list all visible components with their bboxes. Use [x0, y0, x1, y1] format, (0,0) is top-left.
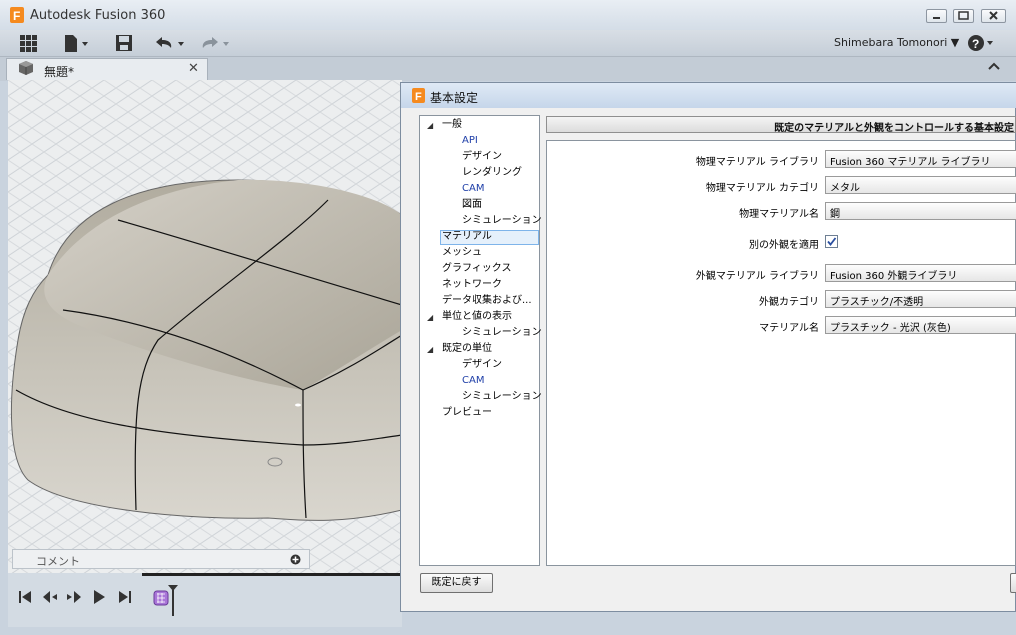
- go-to-start-icon[interactable]: [18, 590, 32, 607]
- file-icon[interactable]: [62, 33, 92, 53]
- step-back-icon[interactable]: [42, 590, 58, 607]
- settings-header-text: 既定のマテリアルと外観をコントロールする基本設定: [774, 123, 1014, 134]
- svg-text:?: ?: [972, 37, 979, 51]
- tree-item-design[interactable]: デザイン: [462, 150, 502, 164]
- appearance-library-label: 外観マテリアル ライブラリ: [695, 271, 819, 282]
- tree-item-mesh[interactable]: メッシュ: [442, 246, 482, 260]
- tree-item-general[interactable]: 一般: [442, 118, 462, 132]
- comments-label: コメント: [36, 555, 80, 568]
- reset-defaults-button[interactable]: 既定に戻す: [420, 573, 493, 593]
- document-tab[interactable]: [6, 58, 208, 80]
- maximize-button[interactable]: [953, 9, 974, 23]
- timeline-marker-icon[interactable]: [167, 584, 179, 619]
- tree-item-material[interactable]: マテリアル: [442, 230, 492, 244]
- tree-item-data-collection[interactable]: データ収集および...: [442, 294, 532, 308]
- physical-category-select[interactable]: メタル: [825, 176, 1016, 194]
- redo-icon[interactable]: [198, 33, 234, 53]
- tree-item-rendering[interactable]: レンダリング: [462, 166, 522, 180]
- dialog-title: 基本設定: [430, 91, 479, 105]
- physical-category-label: 物理マテリアル カテゴリ: [705, 183, 819, 194]
- tree-item-api[interactable]: API: [462, 134, 478, 148]
- design-cube-icon: [18, 60, 34, 79]
- appearance-category-label: 外観カテゴリ: [759, 297, 819, 308]
- ok-button[interactable]: [1010, 573, 1016, 593]
- play-icon[interactable]: [92, 589, 106, 608]
- appearance-category-select[interactable]: プラスチック/不透明: [825, 290, 1016, 308]
- tree-item-simulation[interactable]: シミュレーション: [462, 214, 542, 228]
- design-viewport[interactable]: [8, 80, 402, 573]
- undo-icon[interactable]: [152, 33, 188, 53]
- material-name-label: マテリアル名: [759, 323, 819, 334]
- fusion-logo-icon: F: [10, 7, 24, 23]
- fusion-logo-icon: F: [412, 88, 425, 106]
- close-tab-icon[interactable]: ✕: [188, 61, 199, 76]
- tree-item-drawing[interactable]: 図面: [462, 198, 482, 212]
- tree-expand-icon[interactable]: ◢: [427, 313, 433, 322]
- appearance-library-select[interactable]: Fusion 360 外観ライブラリ: [825, 264, 1016, 282]
- tree-expand-icon[interactable]: ◢: [427, 345, 433, 354]
- minimize-button[interactable]: [926, 9, 947, 23]
- physical-library-label: 物理マテリアル ライブラリ: [695, 157, 819, 168]
- physical-name-label: 物理マテリアル名: [739, 209, 819, 220]
- tree-expand-icon[interactable]: ◢: [427, 121, 433, 130]
- physical-name-select[interactable]: 鋼: [825, 202, 1016, 220]
- apply-appearance-checkbox[interactable]: [825, 235, 838, 248]
- collapse-icon[interactable]: [986, 58, 1002, 77]
- model-canvas[interactable]: [8, 80, 402, 573]
- timeline-track: [142, 573, 400, 576]
- tree-item-cam[interactable]: CAM: [462, 182, 484, 196]
- go-to-end-icon[interactable]: [118, 590, 132, 607]
- svg-text:F: F: [415, 91, 422, 103]
- save-icon[interactable]: [113, 33, 135, 53]
- tree-item-units-display[interactable]: 単位と値の表示: [442, 310, 512, 324]
- tree-item-default-units[interactable]: 既定の単位: [442, 342, 492, 356]
- tree-item-units-design[interactable]: デザイン: [462, 358, 502, 372]
- user-menu[interactable]: Shimebara Tomonori ▼: [834, 36, 959, 49]
- step-forward-icon[interactable]: [66, 590, 82, 607]
- add-comment-icon[interactable]: [290, 554, 301, 568]
- help-icon[interactable]: ?: [966, 33, 998, 53]
- close-window-button[interactable]: [981, 9, 1006, 23]
- document-tab-label: 無題*: [44, 65, 75, 79]
- apply-appearance-label: 別の外観を適用: [749, 240, 819, 251]
- svg-text:F: F: [13, 9, 20, 23]
- grid-icon[interactable]: [18, 33, 40, 53]
- dialog-titlebar[interactable]: [401, 83, 1016, 108]
- tree-item-units-cam[interactable]: CAM: [462, 374, 484, 388]
- tree-item-preview[interactable]: プレビュー: [442, 406, 492, 420]
- tree-item-units-simulation-2[interactable]: シミュレーション: [462, 390, 542, 404]
- tree-item-graphics[interactable]: グラフィックス: [442, 262, 512, 276]
- tree-item-units-simulation[interactable]: シミュレーション: [462, 326, 542, 340]
- material-name-select[interactable]: プラスチック - 光沢 (灰色): [825, 316, 1016, 334]
- app-title: Autodesk Fusion 360: [30, 8, 166, 23]
- tree-item-network[interactable]: ネットワーク: [442, 278, 502, 292]
- physical-library-select[interactable]: Fusion 360 マテリアル ライブラリ: [825, 150, 1016, 168]
